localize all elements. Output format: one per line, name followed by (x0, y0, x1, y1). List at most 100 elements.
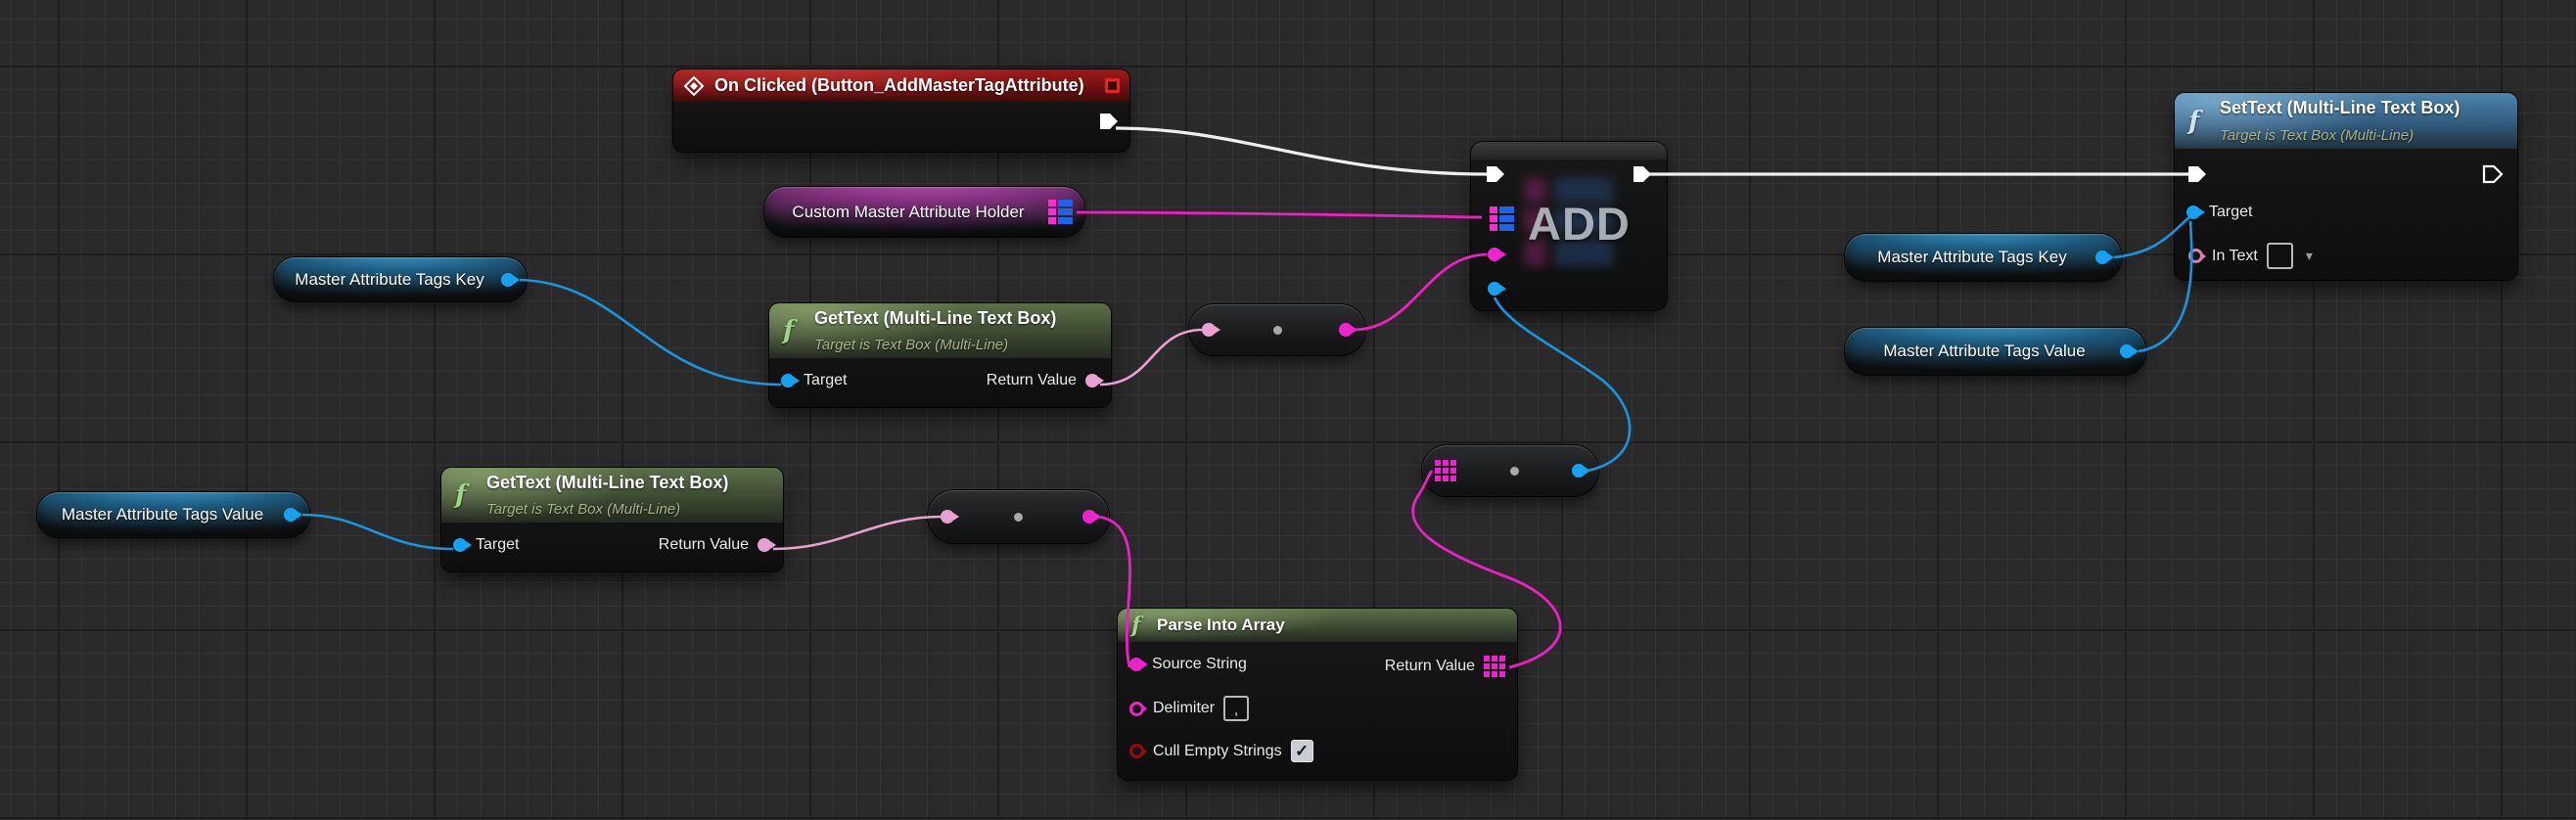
variable-master-attribute-tags-value-left[interactable]: Master Attribute Tags Value (37, 492, 309, 537)
target-row: Target (453, 536, 519, 554)
add-node-label: ADD (1528, 197, 1631, 251)
target-row: Target (781, 372, 847, 389)
exec-out-pin[interactable] (2482, 164, 2504, 184)
cull-empty-strings-pin[interactable] (1129, 744, 1144, 758)
in-text-input[interactable] (2267, 243, 2293, 269)
node-title: Parse Into Array (1157, 615, 1507, 635)
wire-tags-value-left-to-gettext (302, 515, 453, 549)
target-pin[interactable] (2186, 205, 2200, 219)
string-output-pin[interactable] (1082, 510, 1096, 524)
node-gettext-bottom[interactable]: f GetText (Multi-Line Text Box) Target i… (441, 468, 783, 571)
gettext-header: f GetText (Multi-Line Text Box) Target i… (441, 468, 783, 523)
variable-label: Custom Master Attribute Holder (776, 203, 1040, 222)
node-subtitle: Target is Text Box (Multi-Line) (814, 337, 1101, 353)
pin-label: Cull Empty Strings (1153, 743, 1282, 760)
function-icon: f (779, 318, 814, 343)
node-title: GetText (Multi-Line Text Box) (814, 308, 1101, 329)
target-row: Target (2186, 204, 2252, 221)
convert-array-to-object[interactable] (1422, 445, 1598, 496)
node-subtitle: Target is Text Box (Multi-Line) (2220, 127, 2507, 144)
settext-header: f SetText (Multi-Line Text Box) Target i… (2175, 93, 2517, 149)
conversion-dot-icon (1273, 326, 1282, 335)
return-row: Return Value (659, 536, 771, 554)
target-pin[interactable] (453, 538, 467, 552)
variable-custom-master-attribute-holder[interactable]: Custom Master Attribute Holder (764, 187, 1084, 237)
variable-label: Master Attribute Tags Key (1857, 248, 2088, 267)
source-string-pin[interactable] (1129, 658, 1143, 671)
node-title: GetText (Multi-Line Text Box) (486, 473, 773, 493)
function-icon: f (2185, 109, 2220, 134)
wire-map-holder-to-add (1077, 212, 1482, 217)
node-parse-into-array[interactable]: f Parse Into Array Source String Return … (1118, 609, 1517, 780)
wire-convert-top-to-add-key (1355, 254, 1487, 330)
variable-master-attribute-tags-key-right[interactable]: Master Attribute Tags Key (1845, 234, 2121, 281)
pin-label: Delimiter (1153, 700, 1215, 717)
delegate-box-icon (1105, 78, 1120, 93)
function-icon: f (1127, 615, 1157, 636)
variable-master-attribute-tags-key-left[interactable]: Master Attribute Tags Key (274, 257, 527, 301)
return-value-pin[interactable] (758, 538, 771, 552)
convert-text-to-string-top[interactable] (1189, 304, 1365, 355)
source-string-row: Source String (1129, 656, 1247, 673)
pin-label: Return Value (987, 372, 1077, 389)
value-pin[interactable] (1488, 282, 1501, 296)
wire-gettext-top-to-convert (1100, 330, 1203, 385)
pin-label: Return Value (659, 536, 749, 554)
delimiter-input[interactable]: , (1223, 696, 1249, 721)
delimiter-row: Delimiter , (1129, 696, 1249, 721)
pin-label: Return Value (1385, 658, 1475, 675)
return-value-pin[interactable] (1085, 374, 1099, 387)
parse-header: f Parse Into Array (1118, 609, 1517, 642)
exec-in-pin[interactable] (2186, 164, 2208, 184)
wire-gettext-bottom-to-convert (773, 517, 942, 549)
return-row: Return Value (1385, 656, 1505, 677)
return-array-pin[interactable] (1484, 656, 1505, 677)
return-row: Return Value (987, 372, 1099, 389)
map-pin-icon[interactable] (1048, 200, 1073, 224)
object-pin[interactable] (2095, 251, 2109, 264)
pin-label: Target (2209, 204, 2252, 221)
map-target-pin[interactable] (1490, 206, 1514, 231)
mouse-event-icon (683, 75, 705, 97)
variable-label: Master Attribute Tags Key (286, 270, 493, 290)
text-input-pin[interactable] (941, 510, 954, 524)
target-pin[interactable] (781, 374, 795, 387)
object-pin[interactable] (284, 508, 298, 522)
object-pin[interactable] (501, 273, 515, 287)
delimiter-pin[interactable] (1129, 702, 1144, 716)
convert-text-to-string-bottom[interactable] (928, 490, 1109, 543)
node-on-clicked-event[interactable]: On Clicked (Button_AddMasterTagAttribute… (673, 69, 1129, 152)
node-title: SetText (Multi-Line Text Box) (2220, 98, 2507, 118)
cull-empty-strings-checkbox[interactable]: ✓ (1291, 740, 1313, 762)
dropdown-icon[interactable]: ▾ (2306, 248, 2313, 264)
conversion-dot-icon (1014, 513, 1023, 522)
node-subtitle: Target is Text Box (Multi-Line) (486, 501, 773, 518)
string-output-pin[interactable] (1339, 323, 1353, 337)
text-input-pin[interactable] (1202, 323, 1216, 337)
node-title: On Clicked (Button_AddMasterTagAttribute… (714, 75, 1105, 96)
wire-exec-onclicked-to-add (1116, 128, 1487, 174)
on-clicked-header: On Clicked (Button_AddMasterTagAttribute… (673, 69, 1129, 102)
node-settext[interactable]: f SetText (Multi-Line Text Box) Target i… (2175, 93, 2517, 280)
conversion-dot-icon (1510, 467, 1519, 476)
key-pin[interactable] (1488, 248, 1501, 261)
pin-label: In Text (2212, 248, 2258, 265)
cull-empty-strings-row: Cull Empty Strings ✓ (1129, 740, 1313, 762)
pin-label: Target (476, 536, 519, 554)
exec-out-pin[interactable] (1098, 112, 1120, 131)
variable-master-attribute-tags-value-right[interactable]: Master Attribute Tags Value (1845, 328, 2145, 375)
blueprint-canvas[interactable]: On Clicked (Button_AddMasterTagAttribute… (0, 0, 2576, 820)
variable-label: Master Attribute Tags Value (1857, 342, 2112, 361)
exec-out-row (1098, 112, 1120, 131)
pin-label: Target (804, 372, 847, 389)
array-input-pin[interactable] (1435, 460, 1456, 481)
object-output-pin[interactable] (1572, 464, 1586, 478)
add-node-header (1471, 142, 1667, 159)
exec-out-pin[interactable] (1632, 164, 1653, 184)
exec-in-pin[interactable] (1485, 164, 1506, 184)
gettext-header: f GetText (Multi-Line Text Box) Target i… (769, 303, 1111, 358)
object-pin[interactable] (2120, 344, 2134, 358)
node-gettext-top[interactable]: f GetText (Multi-Line Text Box) Target i… (769, 303, 1111, 407)
node-map-add[interactable]: ADD (1471, 142, 1667, 310)
in-text-pin[interactable] (2188, 249, 2203, 263)
